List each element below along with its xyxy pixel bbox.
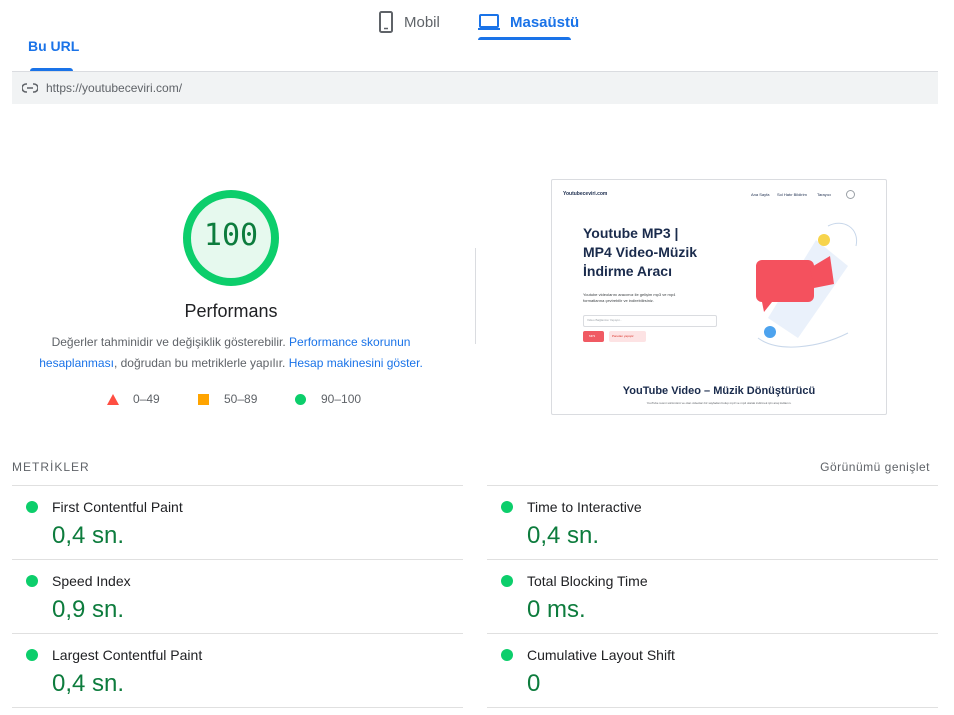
metric-name: Cumulative Layout Shift bbox=[527, 647, 675, 663]
pass-circle-icon bbox=[26, 575, 38, 587]
metric-largest-contentful-paint: Largest Contentful Paint 0,4 sn. bbox=[12, 633, 463, 708]
legend-average-range: 50–89 bbox=[224, 392, 258, 406]
pass-circle-icon bbox=[501, 649, 513, 661]
tab-this-url[interactable]: Bu URL bbox=[28, 38, 79, 54]
metric-total-blocking-time: Total Blocking Time 0 ms. bbox=[487, 559, 938, 634]
score-note: Değerler tahminidir ve değişiklik göster… bbox=[22, 332, 440, 374]
laptop-icon bbox=[478, 14, 500, 30]
thumb-nav-3: Tarayıcı bbox=[817, 192, 832, 197]
thumb-mp3-label: MP3 bbox=[589, 334, 596, 338]
video-camera-illustration bbox=[756, 222, 858, 348]
pass-circle-icon bbox=[501, 501, 513, 513]
thumb-logo: Youtubeceviri.com bbox=[563, 191, 608, 197]
page-screenshot: Youtubeceviri.com Ana Sayfa Sol Hatır Bi… bbox=[551, 179, 887, 415]
metric-name: Time to Interactive bbox=[527, 499, 642, 515]
metric-speed-index: Speed Index 0,9 sn. bbox=[12, 559, 463, 634]
thumb-url-input: Video Bağlantısı Yapıştır... bbox=[583, 315, 717, 327]
tab-desktop-label: Masaüstü bbox=[510, 13, 580, 31]
thumb-paste-label: Panolan yapıştır bbox=[612, 334, 634, 338]
circle-icon bbox=[295, 393, 306, 405]
thumb-mp3-button: MP3 bbox=[583, 331, 604, 342]
tab-desktop[interactable]: Masaüstü bbox=[478, 4, 579, 40]
note-text-1: Değerler tahminidir ve değişiklik göster… bbox=[51, 335, 286, 349]
metric-name: Speed Index bbox=[52, 573, 131, 589]
tab-desktop-indicator bbox=[478, 37, 571, 40]
analyzed-url[interactable]: https://youtubeceviri.com/ bbox=[46, 81, 182, 95]
performance-label: Performans bbox=[184, 301, 278, 321]
metric-value: 0 ms. bbox=[527, 596, 586, 623]
thumb-headline-line-1: Youtube MP3 | bbox=[583, 225, 679, 241]
metric-name: First Contentful Paint bbox=[52, 499, 183, 515]
metric-name: Total Blocking Time bbox=[527, 573, 648, 589]
thumb-language-icon bbox=[846, 190, 855, 199]
metric-first-contentful-paint: First Contentful Paint 0,4 sn. bbox=[12, 485, 463, 560]
metrics-heading: METRİKLER bbox=[12, 460, 90, 474]
thumb-headline-line-3: İndirme Aracı bbox=[583, 263, 672, 279]
metric-cumulative-layout-shift: Cumulative Layout Shift 0 bbox=[487, 633, 938, 708]
thumb-nav-1: Ana Sayfa bbox=[751, 192, 770, 197]
thumb-paste-button: Panolan yapıştır bbox=[609, 331, 646, 342]
pass-circle-icon bbox=[26, 649, 38, 661]
tab-mobile[interactable]: Mobil bbox=[378, 4, 440, 40]
phone-icon bbox=[378, 11, 394, 33]
calculator-link[interactable]: Hesap makinesini göster. bbox=[289, 356, 423, 370]
pass-circle-icon bbox=[26, 501, 38, 513]
thumb-nav-2: Sol Hatır Bildirim bbox=[777, 192, 807, 197]
note-text-2: , doğrudan bu metriklerle yapılır. bbox=[113, 356, 286, 370]
metric-value: 0,4 sn. bbox=[527, 522, 600, 549]
expand-view-toggle[interactable]: Görünümü genişlet bbox=[820, 460, 930, 474]
thumb-subtext: Youtube videolarını aracımız ile gelişim… bbox=[583, 292, 675, 304]
thumb-input-placeholder: Video Bağlantısı Yapıştır... bbox=[587, 318, 623, 322]
metrics-bottom-divider-right bbox=[487, 707, 938, 708]
square-icon bbox=[198, 393, 209, 405]
metric-value: 0,4 sn. bbox=[52, 670, 125, 697]
metric-time-to-interactive: Time to Interactive 0,4 sn. bbox=[487, 485, 938, 560]
thumb-headline: Youtube MP3 | MP4 Video-Müzik İndirme Ar… bbox=[583, 224, 697, 281]
section-divider bbox=[475, 248, 476, 344]
metrics-bottom-divider-left bbox=[12, 707, 463, 708]
legend-fail-range: 0–49 bbox=[133, 392, 160, 406]
metric-value: 0,4 sn. bbox=[52, 522, 125, 549]
thumb-subtext-line-2: formatlarına çevirebilir ve indirebilirs… bbox=[583, 298, 654, 303]
legend-pass: 90–100 bbox=[295, 392, 361, 406]
pass-circle-icon bbox=[501, 575, 513, 587]
thumb-section-text: YouTube resmi sürümünü ve olan videoları… bbox=[646, 401, 792, 405]
url-bar: https://youtubeceviri.com/ bbox=[12, 72, 938, 104]
thumb-section-title: YouTube Video – Müzik Dönüştürücü bbox=[622, 385, 816, 397]
tab-mobile-label: Mobil bbox=[404, 13, 440, 31]
metric-value: 0,9 sn. bbox=[52, 596, 125, 623]
metric-value: 0 bbox=[527, 670, 541, 697]
link-icon bbox=[22, 83, 38, 93]
legend-pass-range: 90–100 bbox=[321, 392, 362, 406]
metric-name: Largest Contentful Paint bbox=[52, 647, 203, 663]
legend-average: 50–89 bbox=[198, 392, 257, 406]
performance-score: 100 bbox=[203, 218, 259, 253]
triangle-icon bbox=[107, 393, 119, 405]
legend-fail: 0–49 bbox=[107, 392, 160, 406]
thumb-headline-line-2: MP4 Video-Müzik bbox=[583, 244, 698, 260]
